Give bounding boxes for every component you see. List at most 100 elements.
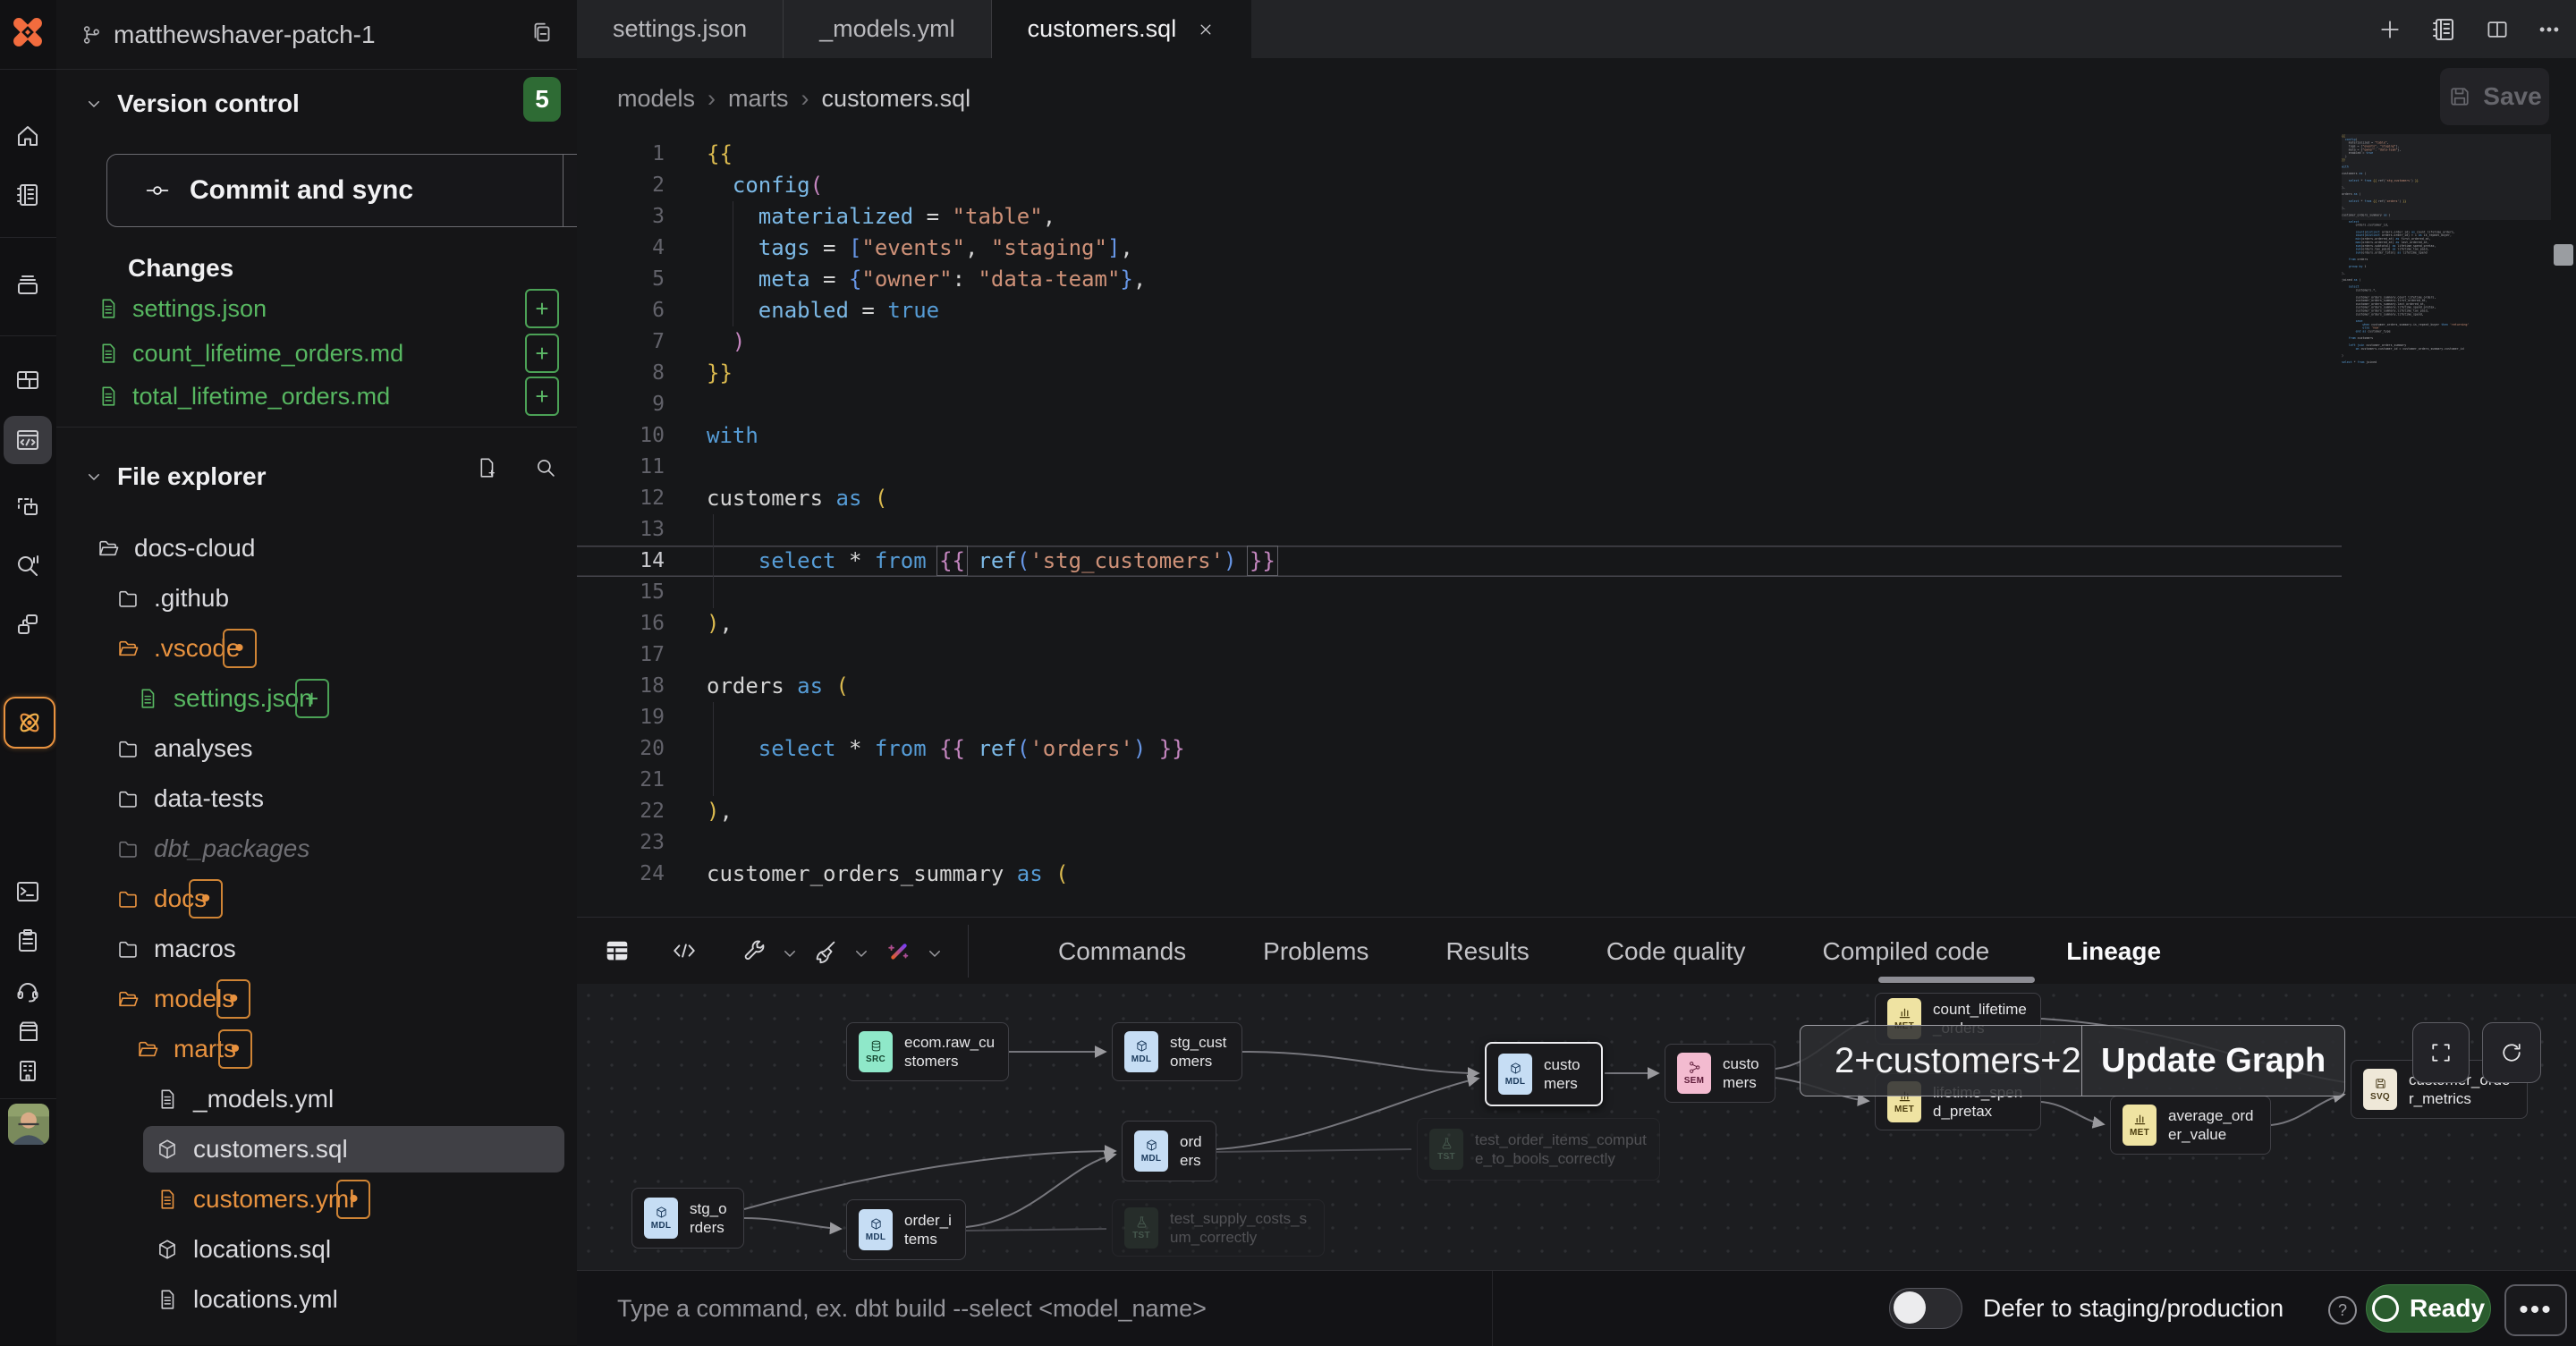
tree-item-analyses[interactable]: analyses [56,724,577,773]
tree-item-docs[interactable]: docs• [56,875,577,923]
panel-tab-Code quality[interactable]: Code quality [1580,918,1772,985]
status-ready-badge[interactable]: Ready [2366,1284,2491,1333]
tab-customers.sql[interactable]: customers.sql [992,0,1252,58]
commit-and-sync-button[interactable]: Commit and sync [106,154,620,227]
frame-select-icon[interactable] [4,482,52,530]
code-line-3[interactable]: 3 materialized = "table", [577,201,2342,233]
modified-badge[interactable]: • [216,979,250,1019]
code-icon[interactable] [671,937,698,964]
insights-search-icon[interactable] [4,541,52,589]
stage-file-button[interactable]: + [525,377,559,416]
search-icon[interactable] [534,456,557,479]
tree-item-data-tests[interactable]: data-tests [56,775,577,823]
more-options-icon[interactable] [2537,17,2562,42]
code-line-19[interactable]: 19 [577,702,2342,733]
tree-item-models[interactable]: models• [56,975,577,1023]
code-line-14[interactable]: 14 select * from {{ ref('stg_customers')… [577,546,2342,577]
branch-row[interactable]: matthewshaver-patch-1 [56,0,577,70]
code-line-22[interactable]: 22), [577,796,2342,827]
tree-item-locations.sql[interactable]: locations.sql [56,1225,577,1274]
help-icon[interactable]: ? [2328,1296,2357,1325]
lineage-node-orders[interactable]: MDL orders [1122,1121,1216,1181]
modified-badge[interactable]: • [336,1180,370,1219]
chevron-down-icon[interactable] [779,943,801,964]
code-editor-icon[interactable] [4,416,52,464]
stage-file-button[interactable]: + [525,334,559,373]
panel-tab-Lineage[interactable]: Lineage [2040,918,2187,985]
orchestration-icon[interactable] [4,600,52,648]
breadcrumb-item[interactable]: marts [728,85,789,113]
lineage-node-ecom.raw_customers[interactable]: SRC ecom.raw_customers [846,1022,1009,1081]
editor-minimap[interactable]: {{ config( materialized = "table", tags … [2342,134,2551,778]
code-line-20[interactable]: 20 select * from {{ ref('orders') }} [577,733,2342,765]
notebook-icon[interactable] [2429,15,2458,44]
table-icon[interactable] [604,937,631,964]
org-icon[interactable] [4,1046,52,1095]
tree-item-marts[interactable]: marts• [56,1025,577,1073]
panel-tab-Commands[interactable]: Commands [1032,918,1212,985]
tree-item-settings.json[interactable]: settings.json+ [56,674,577,723]
modified-badge[interactable]: • [223,629,257,668]
tree-item-locations.yml[interactable]: locations.yml [56,1275,577,1324]
code-line-2[interactable]: 2 config( [577,170,2342,201]
tree-item-macros[interactable]: macros [56,925,577,973]
stage-file-button[interactable]: + [525,289,559,328]
chevron-down-icon[interactable] [851,943,872,964]
version-control-header[interactable]: Version control 5 [56,80,577,127]
tree-item-customers.sql[interactable]: customers.sql [56,1125,577,1173]
changed-file-settings.json[interactable]: settings.json + [56,286,577,331]
code-editor[interactable]: 1{{2 config(3 materialized = "table",4 t… [577,139,2576,917]
lineage-node-average_order_value[interactable]: MET average_order_value [2110,1096,2271,1155]
lineage-node-test_order_items_compute_to_bools_correctly[interactable]: TST test_order_items_compute_to_bools_co… [1417,1118,1660,1181]
code-line-1[interactable]: 1{{ [577,139,2342,170]
chevron-down-icon[interactable] [924,943,945,964]
tree-item-_models.yml[interactable]: _models.yml [56,1075,577,1123]
atom-icon[interactable] [4,697,55,749]
changed-file-total_lifetime_orders.md[interactable]: total_lifetime_orders.md + [56,374,577,419]
user-avatar[interactable] [8,1104,49,1145]
code-line-8[interactable]: 8}} [577,358,2342,389]
panel-tab-Results[interactable]: Results [1419,918,1555,985]
dbt-logo-icon[interactable] [10,14,46,50]
lineage-selector-input[interactable]: 2+customers+2 [1801,1026,2081,1096]
dashboard-grid-icon[interactable] [4,356,52,404]
code-line-24[interactable]: 24customer_orders_summary as ( [577,859,2342,890]
code-line-12[interactable]: 12customers as ( [577,483,2342,514]
close-icon[interactable] [1196,20,1216,39]
code-line-6[interactable]: 6 enabled = true [577,295,2342,326]
new-tab-icon[interactable] [2377,17,2402,42]
stage-file-button[interactable]: + [295,679,329,718]
new-file-icon[interactable] [475,456,498,479]
code-line-5[interactable]: 5 meta = {"owner": "data-team"}, [577,264,2342,295]
code-line-11[interactable]: 11 [577,452,2342,483]
code-line-23[interactable]: 23 [577,827,2342,859]
drawer-icon[interactable] [4,260,52,309]
notebook-icon[interactable] [4,171,52,219]
code-line-7[interactable]: 7 ) [577,326,2342,358]
broom-icon[interactable] [812,937,839,964]
save-button[interactable]: Save [2440,68,2549,125]
tree-item-customers.yml[interactable]: customers.yml• [56,1175,577,1223]
tab-_models.yml[interactable]: _models.yml [784,0,992,58]
lineage-node-stg_customers[interactable]: MDL stg_customers [1112,1022,1242,1081]
copy-icon[interactable] [529,20,555,47]
editor-scrollbar[interactable] [2554,244,2573,266]
code-line-13[interactable]: 13 [577,514,2342,546]
code-line-16[interactable]: 16), [577,608,2342,639]
tree-item-docs-cloud[interactable]: docs-cloud [56,524,577,572]
tree-item-dbt_packages[interactable]: dbt_packages [56,825,577,873]
refresh-graph-button[interactable] [2482,1022,2541,1083]
copilot-icon[interactable] [886,937,912,964]
panel-tab-Compiled code[interactable]: Compiled code [1796,918,2015,985]
lineage-node-order_items[interactable]: MDL order_items [846,1199,966,1260]
panel-tab-Problems[interactable]: Problems [1237,918,1394,985]
modified-badge[interactable]: • [189,879,223,918]
changed-file-count_lifetime_orders.md[interactable]: count_lifetime_orders.md + [56,331,577,376]
lineage-node-test_supply_costs_sum_correctly[interactable]: TST test_supply_costs_sum_correctly [1112,1199,1325,1257]
home-icon[interactable] [4,112,52,160]
fullscreen-button[interactable] [2412,1022,2470,1083]
lineage-node-customers[interactable]: MDL customers [1485,1042,1603,1106]
breadcrumb-item[interactable]: models [617,85,695,113]
tab-settings.json[interactable]: settings.json [577,0,784,58]
code-line-21[interactable]: 21 [577,765,2342,796]
